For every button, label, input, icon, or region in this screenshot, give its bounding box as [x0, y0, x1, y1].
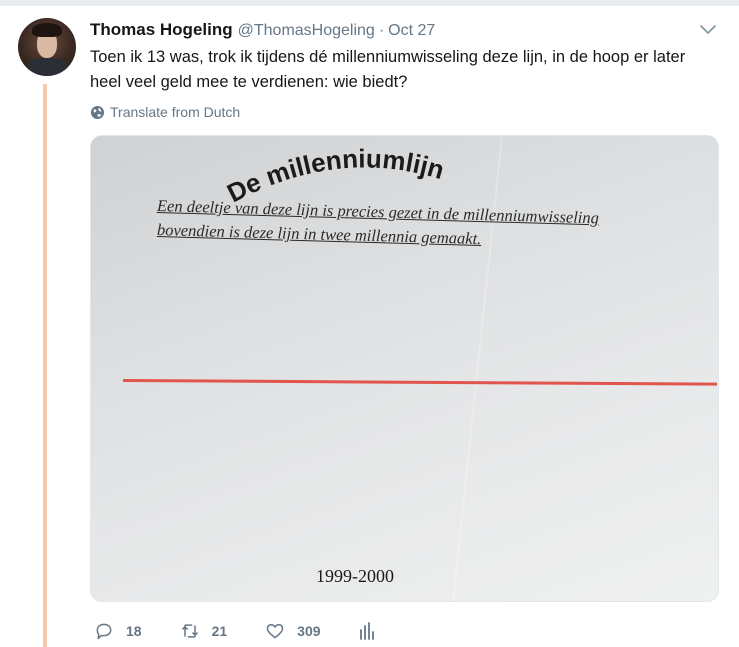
tweet-text: Toen ik 13 was, trok ik tijdens dé mille… — [90, 48, 686, 91]
author-name[interactable]: Thomas Hogeling — [90, 20, 233, 40]
reply-button[interactable]: 18 — [94, 621, 142, 641]
like-count: 309 — [297, 623, 321, 639]
retweet-button[interactable]: 21 — [180, 621, 228, 641]
reply-count: 18 — [126, 623, 142, 639]
top-divider — [0, 0, 739, 6]
retweet-icon — [181, 624, 198, 638]
translate-link[interactable]: Translate from Dutch — [90, 104, 240, 120]
heart-icon — [266, 624, 284, 639]
like-button[interactable]: 309 — [265, 621, 321, 641]
author-handle[interactable]: @ThomasHogeling — [238, 22, 375, 40]
avatar[interactable] — [18, 18, 76, 76]
timestamp[interactable]: Oct 27 — [388, 22, 435, 40]
analytics-icon — [359, 622, 374, 640]
chevron-down-icon[interactable] — [698, 22, 718, 38]
tweet-header: Thomas Hogeling @ThomasHogeling · Oct 27 — [90, 20, 435, 42]
globe-icon — [90, 105, 105, 119]
paper-year: 1999-2000 — [316, 566, 394, 586]
tweet-photo[interactable]: De millenniumlijn Een deeltje van deze l… — [90, 135, 719, 602]
translate-label: Translate from Dutch — [110, 104, 241, 120]
tweet-actions: 18 21 309 — [94, 620, 413, 642]
analytics-button[interactable] — [359, 622, 375, 640]
separator: · — [378, 22, 385, 39]
reply-icon — [96, 623, 112, 640]
thread-line — [43, 84, 47, 647]
retweet-count: 21 — [211, 623, 228, 639]
